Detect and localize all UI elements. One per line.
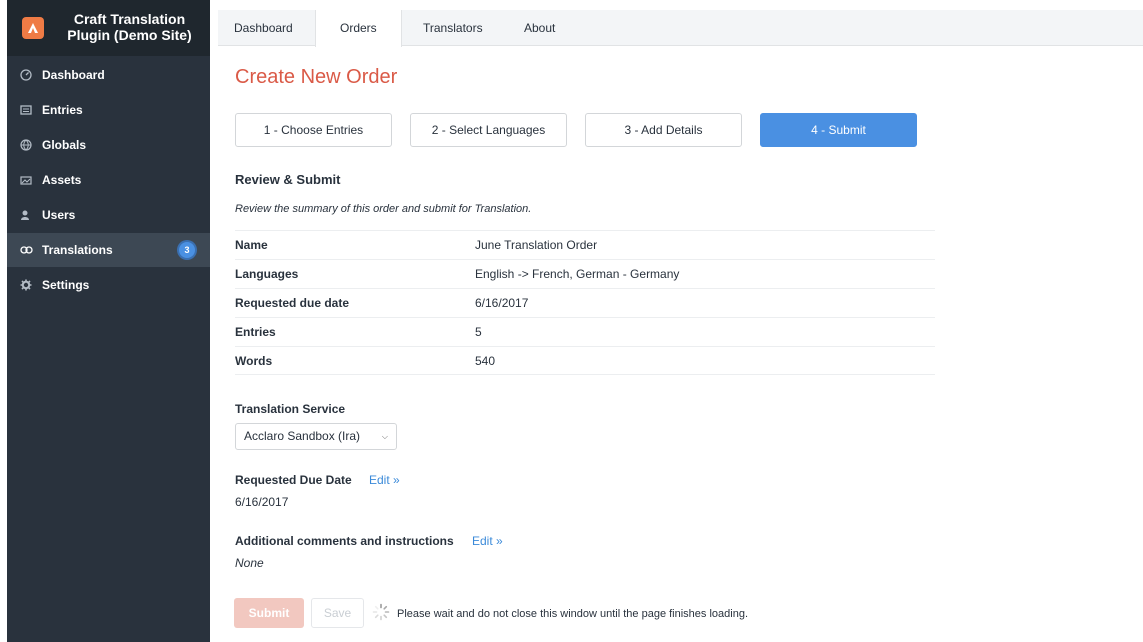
sidebar-item-settings[interactable]: Settings: [7, 268, 210, 302]
summary-value: 5: [475, 325, 482, 339]
sidebar-item-label: Settings: [42, 278, 90, 292]
edit-due-date-link[interactable]: Edit »: [369, 473, 400, 487]
summary-value: 6/16/2017: [475, 296, 529, 310]
sidebar-item-translations[interactable]: Translations 3: [7, 233, 210, 267]
translations-icon: [19, 243, 33, 257]
entries-icon: [19, 103, 33, 117]
loading-spinner-icon: [372, 603, 390, 621]
dashboard-icon: [19, 68, 33, 82]
sidebar-item-label: Users: [42, 208, 76, 222]
assets-icon: [19, 173, 33, 187]
sidebar-item-dashboard[interactable]: Dashboard: [7, 58, 210, 92]
translation-service-select[interactable]: Acclaro Sandbox (Ira) ⌵: [235, 423, 397, 450]
gear-icon: [19, 278, 33, 292]
tab-translators[interactable]: Translators: [407, 10, 499, 46]
step-choose-entries[interactable]: 1 - Choose Entries: [235, 113, 392, 147]
review-heading: Review & Submit: [235, 172, 341, 187]
summary-label: Languages: [235, 267, 299, 281]
sidebar-item-label: Entries: [42, 103, 83, 117]
summary-row-name: Name June Translation Order: [235, 230, 935, 259]
sidebar-item-globals[interactable]: Globals: [7, 128, 210, 162]
summary-value: June Translation Order: [475, 238, 598, 252]
summary-label: Words: [235, 353, 273, 368]
translation-service-value: Acclaro Sandbox (Ira): [244, 429, 361, 443]
review-note: Review the summary of this order and sub…: [235, 203, 532, 215]
sidebar-item-assets[interactable]: Assets: [7, 163, 210, 197]
tab-bar: Dashboard Orders Translators About: [218, 10, 1143, 47]
step-select-languages[interactable]: 2 - Select Languages: [410, 113, 567, 147]
summary-value: 540: [475, 353, 496, 368]
site-name-line2: Plugin (Demo Site): [67, 27, 192, 43]
summary-row-words: Words 540: [235, 346, 935, 375]
users-icon: [19, 208, 33, 222]
translation-service-label: Translation Service: [235, 402, 346, 416]
sidebar-item-label: Assets: [42, 173, 82, 187]
due-date-label: Requested Due Date: [235, 473, 352, 487]
sidebar: Craft Translation Plugin (Demo Site) Das…: [0, 0, 210, 642]
comments-value: None: [235, 556, 264, 570]
site-name-line1: Craft Translation: [73, 11, 186, 27]
due-date-value: 6/16/2017: [235, 495, 289, 509]
sidebar-item-label: Globals: [42, 138, 87, 152]
step-add-details[interactable]: 3 - Add Details: [585, 113, 742, 147]
comments-label: Additional comments and instructions: [235, 534, 454, 548]
step-submit[interactable]: 4 - Submit: [760, 113, 917, 147]
site-name: Craft Translation Plugin (Demo Site): [57, 11, 202, 43]
sidebar-item-label: Translations: [42, 243, 113, 257]
tab-dashboard[interactable]: Dashboard: [218, 10, 309, 46]
summary-label: Name: [235, 238, 268, 252]
summary-label: Entries: [235, 325, 276, 339]
chevron-down-icon: ⌵: [381, 432, 388, 441]
tab-about[interactable]: About: [508, 10, 571, 46]
sidebar-item-label: Dashboard: [42, 68, 105, 82]
summary-value: English -> French, German - Germany: [475, 267, 680, 281]
sidebar-item-entries[interactable]: Entries: [7, 93, 210, 127]
craft-logo-icon: [22, 17, 44, 39]
tab-orders[interactable]: Orders: [315, 10, 402, 47]
globe-icon: [19, 138, 33, 152]
loading-note: Please wait and do not close this window…: [397, 608, 749, 620]
site-header[interactable]: Craft Translation Plugin (Demo Site): [7, 0, 210, 56]
summary-row-due-date: Requested due date 6/16/2017: [235, 288, 935, 317]
summary-row-languages: Languages English -> French, German - Ge…: [235, 259, 935, 288]
page-title: Create New Order: [235, 66, 398, 88]
sidebar-panel: Craft Translation Plugin (Demo Site) Das…: [7, 0, 210, 642]
summary-row-entries: Entries 5: [235, 317, 935, 346]
submit-button[interactable]: Submit: [234, 598, 304, 628]
summary-label: Requested due date: [235, 296, 350, 310]
edit-comments-link[interactable]: Edit »: [472, 534, 503, 548]
save-button[interactable]: Save: [311, 598, 364, 628]
translations-count-badge: 3: [179, 242, 195, 258]
sidebar-item-users[interactable]: Users: [7, 198, 210, 232]
